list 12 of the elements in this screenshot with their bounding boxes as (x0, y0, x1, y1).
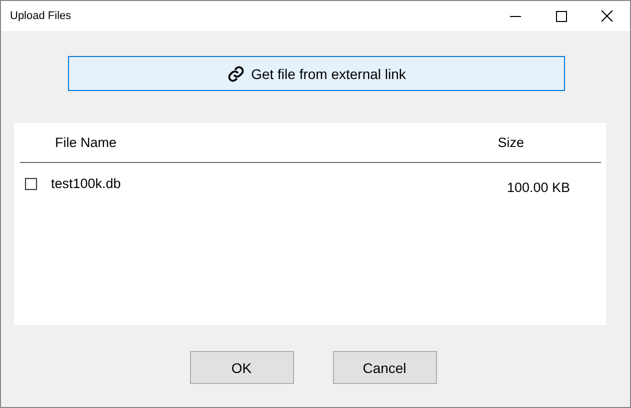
close-icon[interactable] (601, 10, 613, 22)
file-size-cell: 100.00 KB (506, 180, 570, 194)
checkbox[interactable] (25, 178, 37, 190)
window-title: Upload Files (10, 10, 72, 22)
column-header: File Name (55, 135, 118, 150)
column-header: Size (498, 135, 524, 150)
cancel-button[interactable]: Cancel (332, 351, 436, 384)
link-icon (227, 64, 246, 82)
external-link-button[interactable]: Get file from external link (68, 56, 565, 91)
ok-button[interactable]: OK (190, 351, 294, 384)
maximize-icon[interactable] (556, 10, 566, 22)
file-name-cell-text: test100k.db (51, 176, 122, 190)
